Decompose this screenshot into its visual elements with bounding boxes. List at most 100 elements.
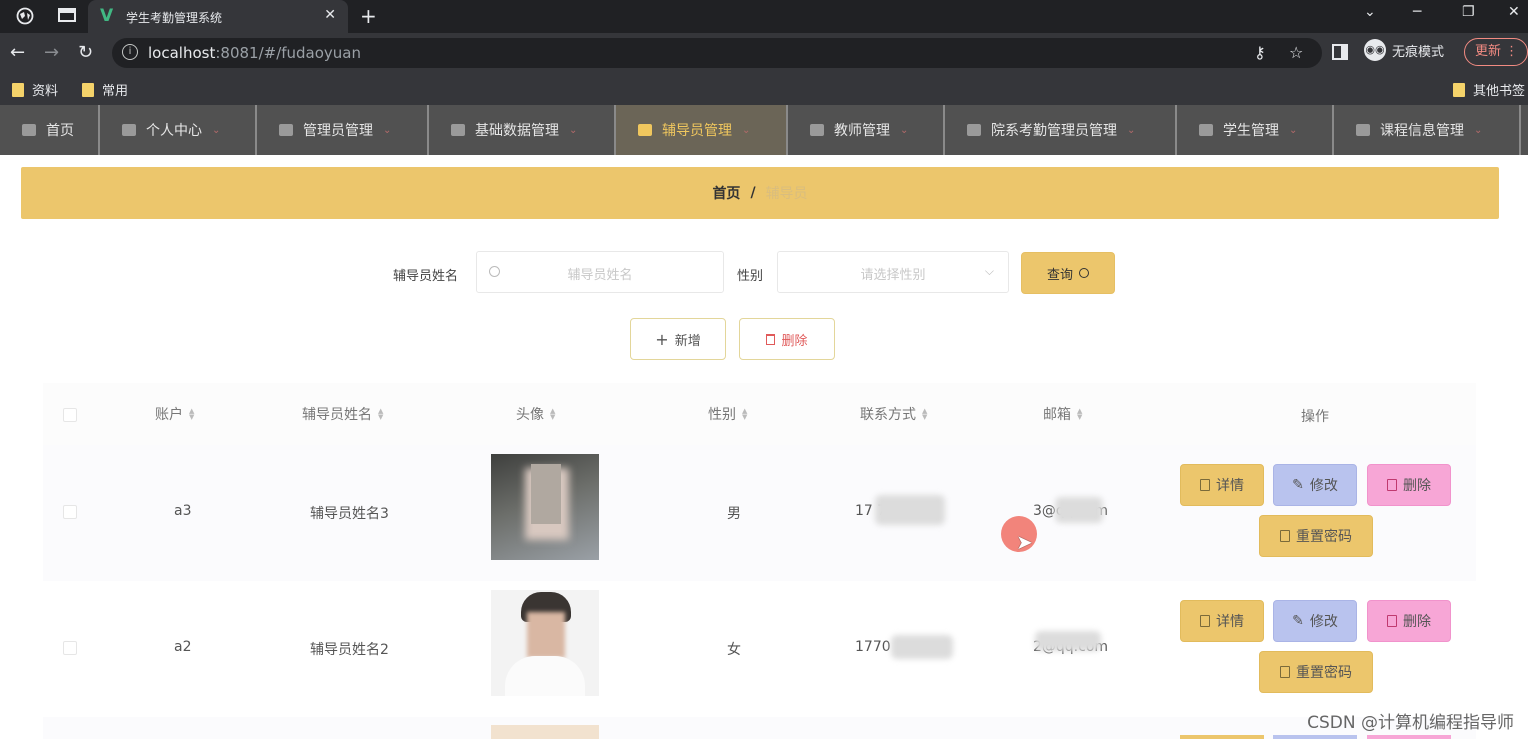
edit-button[interactable] — [1273, 735, 1357, 739]
nav-item[interactable]: 学生管理 ⌄ — [1177, 105, 1334, 155]
key-icon[interactable]: ⚷ — [1254, 43, 1266, 62]
tab-switcher-icon[interactable] — [58, 7, 78, 25]
edit-button[interactable]: ✎ 修改 — [1273, 600, 1357, 642]
reset-password-button[interactable]: 重置密码 — [1259, 515, 1373, 557]
reset-password-button[interactable]: 重置密码 — [1259, 651, 1373, 693]
avatar — [491, 590, 599, 696]
avatar — [491, 725, 599, 739]
nav-icon — [638, 124, 652, 136]
info-icon[interactable]: i — [122, 44, 138, 60]
nav-icon — [451, 124, 465, 136]
gender-select-placeholder: 请选择性别 — [860, 268, 926, 283]
col-avatar[interactable]: 头像 ▲ ▼ — [516, 404, 555, 424]
col-actions: 操作 — [1301, 409, 1329, 425]
batch-delete-button[interactable]: 删除 — [739, 318, 835, 360]
bookmark-folder-changyong[interactable]: 常用 — [82, 80, 128, 99]
nav-icon — [967, 124, 981, 136]
row-checkbox[interactable] — [63, 641, 77, 655]
detail-button[interactable] — [1180, 735, 1264, 739]
table-row — [43, 717, 1476, 739]
gender-select[interactable]: 请选择性别 ⌵ — [777, 251, 1009, 293]
col-name[interactable]: 辅导员姓名 ▲ ▼ — [302, 404, 383, 424]
close-tab-icon[interactable]: ✕ — [324, 7, 336, 23]
cell-name: 辅导员姓名3 — [310, 506, 389, 522]
nav-item[interactable]: 辅导员管理 ⌄ — [616, 105, 788, 155]
add-button[interactable]: + 新增 — [630, 318, 726, 360]
cell-gender: 女 — [727, 642, 741, 658]
document-icon — [1200, 615, 1210, 627]
breadcrumb-current: 辅导员 — [765, 186, 808, 202]
chevron-down-icon: ⌄ — [1289, 124, 1298, 136]
select-all-checkbox[interactable] — [63, 408, 77, 422]
trash-icon — [1387, 479, 1397, 491]
detail-button[interactable]: 详情 — [1180, 600, 1264, 642]
star-icon[interactable]: ☆ — [1289, 43, 1303, 62]
nav-item[interactable]: 院系考勤管理员管理 ⌄ — [945, 105, 1177, 155]
maximize-icon[interactable]: ❐ — [1462, 4, 1475, 20]
chevron-down-icon[interactable]: ⌄ — [1364, 4, 1376, 20]
update-label: 更新 — [1475, 44, 1502, 59]
col-gender[interactable]: 性别 ▲ ▼ — [708, 404, 747, 424]
trash-icon — [766, 333, 776, 345]
row-checkbox[interactable] — [63, 505, 77, 519]
table-header: 账户 ▲ ▼ 辅导员姓名 ▲ ▼ 头像 ▲ ▼ 性别 ▲ ▼ 联系方式 ▲ ▼ 邮箱 ▲ ▼ 操作 — [43, 383, 1476, 445]
close-window-icon[interactable]: ✕ — [1508, 4, 1520, 20]
back-icon[interactable]: ← — [10, 42, 25, 63]
nav-item[interactable]: 管理员管理 ⌄ — [257, 105, 429, 155]
redaction — [1035, 631, 1101, 651]
update-button[interactable]: 更新 ⋮ — [1464, 38, 1528, 66]
query-button[interactable]: 查询 — [1021, 252, 1115, 294]
cell-name: 辅导员姓名2 — [310, 642, 389, 658]
col-email[interactable]: 邮箱 ▲ ▼ — [1043, 404, 1082, 424]
redaction — [875, 495, 945, 525]
url-input[interactable]: i localhost:8081/#/fudaoyuan ⚷ ☆ — [112, 38, 1322, 68]
col-phone[interactable]: 联系方式 ▲ ▼ — [860, 404, 927, 424]
incognito-indicator[interactable]: ◉◉ 无痕模式 — [1364, 39, 1444, 61]
search-icon — [1079, 268, 1089, 278]
chevron-down-icon: ⌵ — [984, 264, 994, 278]
nav-item[interactable]: 个人中心 ⌄ — [100, 105, 257, 155]
delete-button[interactable]: 删除 — [1367, 464, 1451, 506]
side-panel-icon[interactable] — [1332, 44, 1348, 64]
cell-phone: 1770 — [855, 639, 891, 655]
nav-item[interactable]: 教师管理 ⌄ — [788, 105, 945, 155]
mouse-pointer-icon: ➤ — [1016, 530, 1033, 554]
nav-icon — [1199, 124, 1213, 136]
document-icon — [1280, 530, 1290, 542]
avatar — [491, 454, 599, 560]
edit-button[interactable]: ✎ 修改 — [1273, 464, 1357, 506]
new-tab-icon[interactable]: + — [360, 4, 377, 28]
sort-icon: ▲ ▼ — [550, 407, 556, 421]
sort-icon: ▲ ▼ — [1077, 407, 1083, 421]
reload-icon[interactable]: ↻ — [78, 42, 93, 63]
breadcrumb-home[interactable]: 首页 — [712, 183, 740, 203]
sort-icon: ▲ ▼ — [189, 407, 195, 421]
col-account[interactable]: 账户 ▲ ▼ — [155, 404, 194, 424]
minimize-icon[interactable]: ─ — [1413, 4, 1421, 20]
forward-icon[interactable]: → — [44, 42, 59, 63]
redaction — [891, 635, 953, 659]
home-icon — [22, 124, 36, 136]
chevron-down-icon: ⌄ — [212, 124, 221, 136]
detail-button[interactable]: 详情 — [1180, 464, 1264, 506]
breadcrumb: 首页 / 辅导员 — [21, 167, 1499, 219]
name-search-input[interactable]: 辅导员姓名 — [476, 251, 724, 293]
cell-account: a2 — [174, 639, 192, 655]
bookmarks-bar: 资料 常用 其他书签 — [0, 73, 1528, 105]
bookmark-folder-other[interactable]: 其他书签 — [1453, 80, 1525, 99]
chevron-down-icon: ⌄ — [742, 124, 751, 136]
nav-item[interactable]: 课程信息管理 ⌄ — [1334, 105, 1521, 155]
chevron-down-icon: ⌄ — [383, 124, 392, 136]
table-row: a3 辅导员姓名3 男 17 78 03 3@qq.com 详情 ✎修改 删除 … — [43, 445, 1476, 581]
nav-item[interactable]: 基础数据管理 ⌄ — [429, 105, 616, 155]
nav-item[interactable]: 首页 — [0, 105, 100, 155]
globe-icon[interactable] — [16, 7, 36, 25]
delete-button[interactable] — [1367, 735, 1451, 739]
delete-button[interactable]: 删除 — [1367, 600, 1451, 642]
bookmark-folder-ziliao[interactable]: 资料 — [12, 80, 58, 99]
chevron-down-icon: ⌄ — [569, 124, 578, 136]
nav-icon — [1356, 124, 1370, 136]
tab-title: 学生考勤管理系统 — [126, 11, 223, 25]
active-tab[interactable]: V 学生考勤管理系统 ✕ — [88, 0, 348, 33]
url-text: localhost:8081/#/fudaoyuan — [148, 44, 362, 62]
